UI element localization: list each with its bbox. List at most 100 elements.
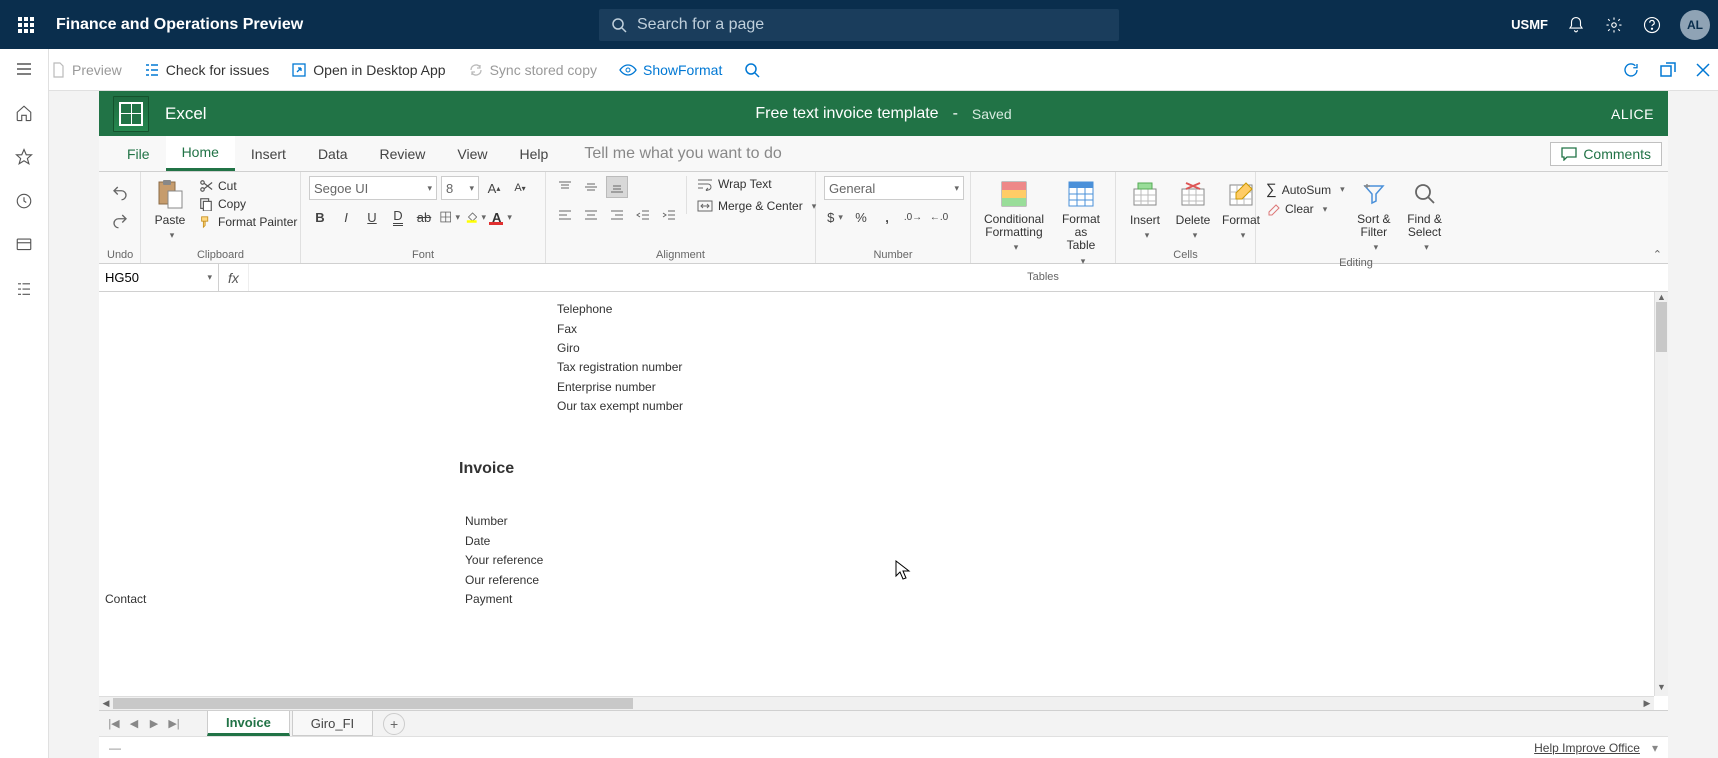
wrap-text-button[interactable]: Wrap Text bbox=[695, 176, 818, 192]
tab-insert[interactable]: Insert bbox=[235, 136, 302, 171]
user-avatar[interactable]: AL bbox=[1680, 10, 1710, 40]
tab-data[interactable]: Data bbox=[302, 136, 364, 171]
sheet-nav-first[interactable]: |◀ bbox=[105, 717, 123, 730]
horizontal-scrollbar[interactable]: ◀ ▶ bbox=[99, 696, 1654, 710]
check-issues-button[interactable]: Check for issues bbox=[144, 62, 269, 78]
excel-user[interactable]: ALICE bbox=[1611, 106, 1654, 122]
worksheet-grid[interactable]: Telephone Fax Giro Tax registration numb… bbox=[99, 292, 1668, 710]
gear-icon[interactable] bbox=[1604, 15, 1624, 35]
clear-button[interactable]: Clear▾ bbox=[1264, 201, 1347, 217]
add-sheet-button[interactable]: + bbox=[383, 713, 405, 735]
global-search[interactable]: Search for a page bbox=[599, 9, 1119, 41]
sheet-nav-last[interactable]: ▶| bbox=[165, 717, 183, 730]
fx-icon[interactable]: fx bbox=[219, 264, 249, 291]
format-painter-button[interactable]: Format Painter bbox=[197, 214, 299, 230]
scroll-left-button[interactable]: ◀ bbox=[99, 698, 113, 709]
increase-decimal-button[interactable]: .0→ bbox=[902, 206, 924, 228]
tab-view[interactable]: View bbox=[441, 136, 503, 171]
status-menu-button[interactable]: ▾ bbox=[1652, 741, 1658, 755]
paste-button[interactable]: Paste ▾ bbox=[149, 176, 191, 243]
underline-button[interactable]: U bbox=[361, 206, 383, 228]
align-top-button[interactable] bbox=[554, 176, 576, 198]
preview-button[interactable]: Preview bbox=[50, 62, 122, 78]
insert-cells-button[interactable]: Insert▾ bbox=[1124, 176, 1166, 243]
shrink-font-button[interactable]: A▾ bbox=[509, 177, 531, 199]
undo-button[interactable] bbox=[109, 182, 131, 204]
wrap-icon bbox=[697, 177, 713, 191]
redo-button[interactable] bbox=[109, 210, 131, 232]
tab-review[interactable]: Review bbox=[364, 136, 442, 171]
grow-font-button[interactable]: A▴ bbox=[483, 177, 505, 199]
comma-button[interactable]: , bbox=[876, 206, 898, 228]
star-icon[interactable] bbox=[14, 147, 34, 167]
find-select-button[interactable]: Find & Select▾ bbox=[1401, 176, 1448, 255]
open-desktop-button[interactable]: Open in Desktop App bbox=[291, 62, 445, 78]
format-cells-icon bbox=[1225, 178, 1257, 210]
sheet-nav-prev[interactable]: ◀ bbox=[125, 717, 143, 730]
align-center-button[interactable] bbox=[580, 204, 602, 226]
name-box[interactable]: HG50▾ bbox=[99, 264, 219, 291]
decrease-decimal-button[interactable]: ←.0 bbox=[928, 206, 950, 228]
app-launcher-icon[interactable] bbox=[8, 7, 44, 43]
scroll-right-button[interactable]: ▶ bbox=[1640, 698, 1654, 709]
sort-filter-button[interactable]: Sort & Filter▾ bbox=[1353, 176, 1396, 255]
autosum-button[interactable]: ∑AutoSum▾ bbox=[1264, 180, 1347, 199]
number-format-select[interactable]: General▾ bbox=[824, 176, 964, 200]
company-label[interactable]: USMF bbox=[1511, 17, 1548, 32]
conditional-formatting-button[interactable]: Conditional Formatting▾ bbox=[979, 176, 1049, 255]
decrease-indent-button[interactable] bbox=[632, 204, 654, 226]
sheet-tab-invoice[interactable]: Invoice bbox=[207, 711, 290, 736]
delete-cells-button[interactable]: Delete▾ bbox=[1172, 176, 1214, 243]
align-left-button[interactable] bbox=[554, 204, 576, 226]
help-improve-link[interactable]: Help Improve Office bbox=[1534, 741, 1640, 755]
refresh-button[interactable] bbox=[1622, 61, 1640, 79]
popout-button[interactable] bbox=[1660, 61, 1676, 79]
vscroll-thumb[interactable] bbox=[1656, 302, 1667, 352]
tell-me-search[interactable]: Tell me what you want to do bbox=[564, 136, 801, 171]
font-size-select[interactable]: 8▾ bbox=[441, 176, 479, 200]
double-underline-button[interactable]: D bbox=[387, 206, 409, 228]
workspace-icon[interactable] bbox=[14, 235, 34, 255]
tab-home[interactable]: Home bbox=[166, 136, 235, 171]
align-middle-button[interactable] bbox=[580, 176, 602, 198]
hscroll-thumb[interactable] bbox=[113, 698, 633, 709]
format-as-table-button[interactable]: Format as Table▾ bbox=[1055, 176, 1107, 269]
tab-file[interactable]: File bbox=[111, 136, 166, 171]
hamburger-icon[interactable] bbox=[14, 59, 34, 79]
font-color-button[interactable]: A▾ bbox=[491, 206, 513, 228]
align-right-button[interactable] bbox=[606, 204, 628, 226]
collapse-ribbon-button[interactable]: ⌃ bbox=[1653, 248, 1662, 261]
home-icon[interactable] bbox=[14, 103, 34, 123]
border-button[interactable]: ▾ bbox=[439, 206, 461, 228]
bold-button[interactable]: B bbox=[309, 206, 331, 228]
fill-color-button[interactable]: ▾ bbox=[465, 206, 487, 228]
vertical-scrollbar[interactable]: ▲ ▼ bbox=[1654, 292, 1668, 696]
italic-button[interactable]: I bbox=[335, 206, 357, 228]
sync-button[interactable]: Sync stored copy bbox=[468, 62, 597, 78]
font-name-select[interactable]: Segoe UI▾ bbox=[309, 176, 437, 200]
copy-button[interactable]: Copy bbox=[197, 196, 299, 212]
sheet-tab-giro[interactable]: Giro_FI bbox=[292, 711, 373, 736]
sheet-nav-next[interactable]: ▶ bbox=[145, 717, 163, 730]
percent-button[interactable]: % bbox=[850, 206, 872, 228]
formula-input[interactable] bbox=[249, 264, 1668, 291]
scroll-down-button[interactable]: ▼ bbox=[1655, 682, 1668, 696]
modules-icon[interactable] bbox=[14, 279, 34, 299]
clock-icon[interactable] bbox=[14, 191, 34, 211]
close-button[interactable] bbox=[1696, 61, 1710, 79]
strike-button[interactable]: ab bbox=[413, 206, 435, 228]
bell-icon[interactable] bbox=[1566, 15, 1586, 35]
toolbar-search-button[interactable] bbox=[744, 62, 760, 78]
group-undo-label: Undo bbox=[107, 247, 132, 261]
help-icon[interactable] bbox=[1642, 15, 1662, 35]
document-title[interactable]: Free text invoice template bbox=[755, 105, 938, 123]
cell-telephone: Telephone bbox=[557, 302, 612, 316]
show-format-button[interactable]: ShowFormat bbox=[619, 62, 722, 78]
comments-button[interactable]: Comments bbox=[1550, 142, 1662, 166]
tab-help[interactable]: Help bbox=[504, 136, 565, 171]
align-bottom-button[interactable] bbox=[606, 176, 628, 198]
cut-button[interactable]: Cut bbox=[197, 178, 299, 194]
currency-button[interactable]: $▾ bbox=[824, 206, 846, 228]
merge-center-button[interactable]: Merge & Center▾ bbox=[695, 198, 818, 214]
increase-indent-button[interactable] bbox=[658, 204, 680, 226]
